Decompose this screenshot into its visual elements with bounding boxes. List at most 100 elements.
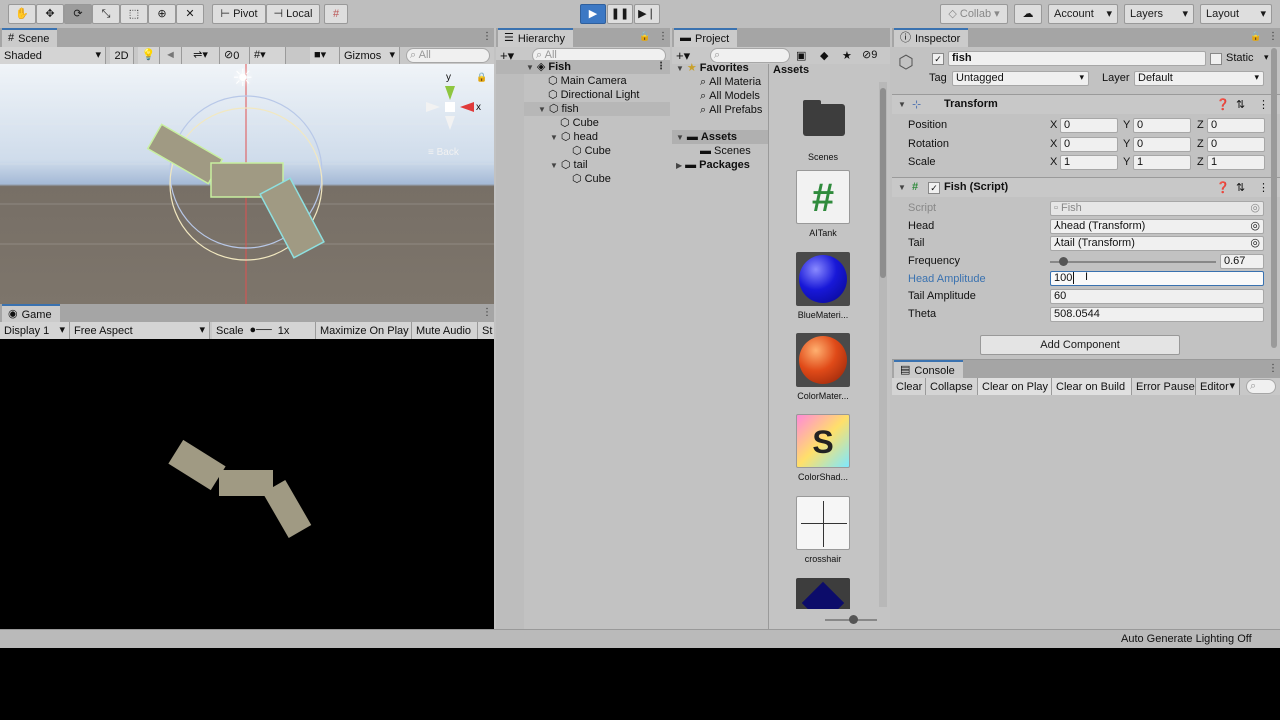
console-collapse-button[interactable]: Collapse — [926, 378, 978, 395]
rect-tool-button[interactable]: ⬚ — [120, 4, 148, 24]
back-view-label[interactable]: ≡ Back — [428, 147, 459, 158]
rotation-z-field[interactable]: 0 — [1207, 137, 1265, 152]
audio-toggle[interactable]: ◄ — [160, 47, 182, 64]
console-editor-dropdown[interactable]: Editor ▾ — [1196, 378, 1240, 395]
chevron-down-icon[interactable]: ▼ — [676, 64, 684, 73]
console-error-pause-button[interactable]: Error Pause — [1132, 378, 1196, 395]
hierarchy-item-cube[interactable]: ⬡ Cube — [572, 144, 611, 158]
active-checkbox[interactable]: ✓ — [932, 53, 944, 65]
hand-tool-button[interactable]: ✋ — [8, 4, 36, 24]
transform-header[interactable]: ▼ ⊹ Transform ❓ ⇅ ⋮ — [892, 94, 1280, 114]
collab-button[interactable]: ◇ Collab ▾ — [940, 4, 1008, 24]
gizmo-x-cone[interactable] — [460, 102, 474, 112]
console-clear-button[interactable]: Clear — [892, 378, 926, 395]
object-picker-icon[interactable]: ◎ — [1250, 221, 1260, 232]
inspector-scrollbar[interactable] — [1270, 48, 1278, 354]
tail-amplitude-input[interactable]: 60 — [1050, 289, 1264, 304]
add-component-button[interactable]: Add Component — [980, 335, 1180, 355]
display-dropdown[interactable]: Display 1 ▾ — [0, 322, 70, 339]
console-menu-icon[interactable]: ⋮ — [1268, 363, 1278, 374]
console-search-input[interactable]: ⌕ — [1246, 379, 1276, 394]
tail-object-field[interactable]: ⅄tail (Transform) ◎ — [1050, 236, 1264, 251]
scale-tool-button[interactable]: ⤡ — [92, 4, 120, 24]
assets-folder[interactable]: ▼ ▬ Assets — [672, 130, 768, 144]
grid-toggle[interactable]: #▾ — [250, 47, 286, 64]
chevron-right-icon[interactable]: ▶ — [676, 161, 682, 170]
mode-2d-button[interactable]: 2D — [110, 47, 134, 64]
position-y-field[interactable]: 0 — [1133, 118, 1191, 133]
tab-scene[interactable]: # Scene — [2, 28, 58, 47]
maximize-on-play-toggle[interactable]: Maximize On Play — [316, 322, 412, 339]
pivot-button[interactable]: ⊢ Pivot — [212, 4, 266, 24]
shading-dropdown[interactable]: Shaded ▾ — [0, 47, 106, 64]
rotation-x-field[interactable]: 0 — [1060, 137, 1118, 152]
mute-audio-toggle[interactable]: Mute Audio — [412, 322, 478, 339]
effects-toggle[interactable]: ⇌▾ — [182, 47, 220, 64]
head-object-field[interactable]: ⅄head (Transform) ◎ — [1050, 219, 1264, 234]
rotation-y-field[interactable]: 0 — [1133, 137, 1191, 152]
hierarchy-item-main-camera[interactable]: ⬡ Main Camera — [548, 74, 627, 88]
packages-folder[interactable]: ▶ ▬ Packages — [676, 158, 750, 172]
aspect-dropdown[interactable]: Free Aspect ▾ — [70, 322, 210, 339]
rotate-tool-button[interactable]: ⟳ — [64, 4, 92, 24]
scale-slider[interactable]: Scale ●── 1x — [212, 322, 316, 339]
chevron-down-icon[interactable]: ▾ — [1264, 52, 1269, 63]
gizmos-dropdown[interactable]: Gizmos ▾ — [340, 47, 400, 64]
theta-input[interactable]: 508.0544 — [1050, 307, 1264, 322]
layout-dropdown[interactable]: Layout ▾ — [1200, 4, 1272, 24]
favorite-item[interactable]: ⌕ All Models — [700, 89, 760, 103]
hierarchy-item-cube[interactable]: ⬡ Cube — [560, 116, 599, 130]
chevron-down-icon[interactable]: ▼ — [898, 100, 906, 109]
frequency-slider[interactable] — [1050, 256, 1216, 268]
lighting-toggle[interactable]: 💡 — [138, 47, 160, 64]
position-x-field[interactable]: 0 — [1060, 118, 1118, 133]
inspector-lock-icon[interactable]: 🔒 — [1250, 31, 1261, 42]
hierarchy-menu-icon[interactable]: ⋮ — [658, 31, 668, 42]
component-menu-icon[interactable]: ⋮ — [1258, 98, 1269, 111]
frequency-input[interactable]: 0.67 — [1220, 254, 1264, 269]
hierarchy-item-head[interactable]: ▼ ⬡ head — [550, 130, 598, 144]
account-dropdown[interactable]: Account ▾ — [1048, 4, 1118, 24]
scene-viewport[interactable]: ☀ y x 🔒 ≡ Back — [0, 64, 494, 304]
tab-inspector[interactable]: ⓘ Inspector — [894, 28, 969, 47]
favorite-item[interactable]: ⌕ All Prefabs — [700, 103, 762, 117]
orientation-gizmo[interactable]: y x 🔒 — [420, 68, 488, 138]
gizmo-neg-x-cone[interactable] — [426, 102, 440, 112]
tab-game[interactable]: ◉ Game — [2, 304, 60, 323]
hierarchy-item-cube[interactable]: ⬡ Cube — [572, 172, 611, 186]
hierarchy-item-tail[interactable]: ▼ ⬡ tail — [550, 158, 588, 172]
hidden-objects-toggle[interactable]: ⊘ 0 — [220, 47, 250, 64]
cloud-button[interactable]: ☁ — [1014, 4, 1042, 24]
chevron-down-icon[interactable]: ▼ — [538, 105, 546, 114]
chevron-down-icon[interactable]: ▼ — [676, 133, 684, 142]
fish-script-header[interactable]: ▼ # ✓ Fish (Script) ❓ ⇅ ⋮ — [892, 177, 1280, 197]
custom-tool-button[interactable]: ✕ — [176, 4, 204, 24]
asset-tile-scenes[interactable]: Scenes — [792, 94, 854, 162]
script-enabled-checkbox[interactable]: ✓ — [928, 182, 940, 194]
camera-dropdown[interactable]: ■▾ — [310, 47, 340, 64]
scene-kebab-icon[interactable]: ⋮ — [656, 61, 666, 72]
layer-dropdown[interactable]: Default ▾ — [1134, 71, 1264, 86]
game-menu-icon[interactable]: ⋮ — [482, 307, 492, 318]
object-name-input[interactable]: fish — [948, 51, 1206, 66]
console-clear-on-build-button[interactable]: Clear on Build — [1052, 378, 1132, 395]
asset-breadcrumb[interactable]: Assets — [773, 64, 809, 76]
asset-tile-partial[interactable] — [792, 578, 854, 609]
inspector-menu-icon[interactable]: ⋮ — [1268, 31, 1278, 42]
grid-snap-button[interactable]: # — [324, 4, 348, 24]
gizmo-center[interactable] — [445, 102, 455, 112]
favorite-star-icon[interactable]: ★ — [842, 49, 852, 62]
asset-zoom-slider[interactable] — [825, 615, 877, 625]
local-button[interactable]: ⊣ Local — [266, 4, 320, 24]
help-icon[interactable]: ❓ — [1216, 181, 1230, 194]
asset-scrollbar[interactable] — [879, 82, 887, 607]
chevron-down-icon[interactable]: ▼ — [526, 63, 534, 72]
gizmo-y-cone[interactable] — [445, 86, 455, 100]
step-button[interactable]: ▶❘ — [634, 4, 660, 24]
tab-hierarchy[interactable]: ☰ Hierarchy — [498, 28, 573, 47]
head-amplitude-input[interactable]: 100 I — [1050, 271, 1264, 286]
scene-search-input[interactable]: ⌕ All — [406, 48, 490, 63]
chevron-down-icon[interactable]: ▼ — [550, 161, 558, 170]
static-checkbox[interactable] — [1210, 53, 1222, 65]
pause-button[interactable]: ❚❚ — [607, 4, 633, 24]
